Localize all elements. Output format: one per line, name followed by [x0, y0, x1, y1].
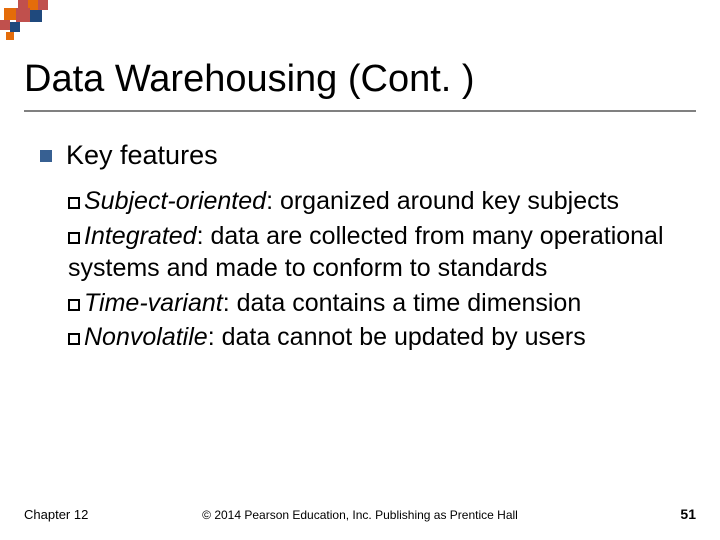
bullet-desc: : data contains a time dimension — [223, 289, 582, 317]
hollow-bullet-icon — [68, 333, 80, 345]
square-bullet-icon — [40, 150, 52, 162]
section-heading: Key features — [66, 140, 218, 171]
title-divider — [24, 110, 696, 112]
bullet-term: Nonvolatile — [84, 323, 208, 351]
hollow-bullet-icon — [68, 232, 80, 244]
footer-copyright: © 2014 Pearson Education, Inc. Publishin… — [0, 508, 720, 522]
level1-item: Key features — [40, 140, 680, 171]
footer-page-number: 51 — [680, 506, 696, 522]
bullet-nonvolatile: Nonvolatile: data cannot be updated by u… — [68, 321, 680, 354]
slide-logo — [0, 0, 60, 44]
hollow-bullet-icon — [68, 197, 80, 209]
bullet-term: Time-variant — [84, 289, 223, 317]
bullet-desc: : data cannot be updated by users — [208, 323, 586, 351]
slide-title: Data Warehousing (Cont. ) — [24, 58, 475, 101]
bullet-term: Integrated — [84, 222, 197, 250]
bullet-time-variant: Time-variant: data contains a time dimen… — [68, 287, 680, 320]
hollow-bullet-icon — [68, 299, 80, 311]
bullet-integrated: Integrated: data are collected from many… — [68, 220, 680, 285]
bullet-term: Subject-oriented — [84, 187, 266, 215]
slide-content: Key features Subject-oriented: organized… — [40, 140, 680, 356]
level2-container: Subject-oriented: organized around key s… — [68, 185, 680, 354]
bullet-subject-oriented: Subject-oriented: organized around key s… — [68, 185, 680, 218]
bullet-desc: : organized around key subjects — [266, 187, 619, 215]
